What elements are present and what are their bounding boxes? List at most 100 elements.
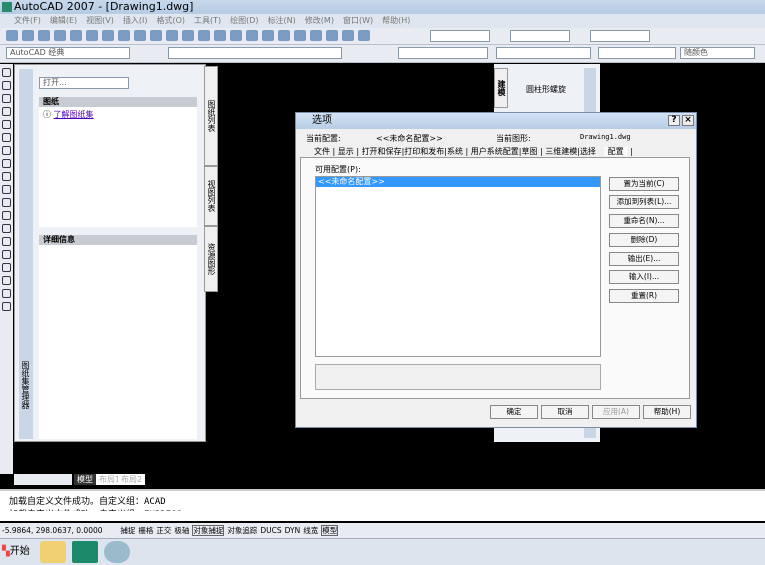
- reset-button[interactable]: 重置(R): [609, 289, 679, 303]
- hatch-icon[interactable]: [2, 250, 11, 259]
- cut-icon[interactable]: [102, 30, 114, 41]
- undo-icon[interactable]: [166, 30, 178, 41]
- table-icon[interactable]: [2, 289, 11, 298]
- osnap-toggle[interactable]: 对象捕捉: [192, 525, 225, 536]
- menu-tools[interactable]: 工具(T): [194, 16, 221, 25]
- ok-button[interactable]: 确定: [490, 405, 538, 419]
- add-to-list-button[interactable]: 添加到列表(L)...: [609, 195, 679, 209]
- copy-icon[interactable]: [118, 30, 130, 41]
- grid-toggle[interactable]: 栅格: [138, 526, 153, 535]
- tab-resource-drawings[interactable]: 资源图形: [204, 226, 218, 292]
- lineweight-toggle[interactable]: 线宽: [303, 526, 318, 535]
- tab-open-save[interactable]: 打开和保存: [362, 147, 402, 156]
- region-icon[interactable]: [2, 276, 11, 285]
- tab-view-list[interactable]: 视图列表: [204, 166, 218, 226]
- circle-icon[interactable]: [2, 146, 11, 155]
- explorer-icon[interactable]: [40, 541, 66, 563]
- make-block-icon[interactable]: [2, 224, 11, 233]
- lineweight-combo[interactable]: [598, 47, 676, 59]
- match-icon[interactable]: [150, 30, 162, 41]
- tab-sheet-list[interactable]: 图纸列表: [204, 66, 218, 166]
- text-style-combo[interactable]: [430, 30, 490, 42]
- zoom-window-icon[interactable]: [230, 30, 242, 41]
- command-window[interactable]: 加载自定义文件成功。自定义组：ACAD 加载自定义文件成功。自定义组：EXPRE…: [0, 489, 765, 521]
- preview-icon[interactable]: [70, 30, 82, 41]
- rename-button[interactable]: 重命名(N)...: [609, 214, 679, 228]
- tab-selection[interactable]: 选择: [580, 147, 596, 156]
- calculator-icon[interactable]: [342, 30, 354, 41]
- workspace-combo[interactable]: AutoCAD 经典: [6, 47, 130, 59]
- menu-file[interactable]: 文件(F): [14, 16, 41, 25]
- apply-button[interactable]: 应用(A): [592, 405, 640, 419]
- arc-icon[interactable]: [2, 133, 11, 142]
- rectangle-icon[interactable]: [2, 120, 11, 129]
- linetype-scale-combo[interactable]: [398, 47, 488, 59]
- autocad-taskbar-icon[interactable]: [72, 541, 98, 563]
- help-button[interactable]: ?: [668, 115, 680, 126]
- markup-icon[interactable]: [326, 30, 338, 41]
- design-center-icon[interactable]: [278, 30, 290, 41]
- xline-icon[interactable]: [2, 81, 11, 90]
- open-combo[interactable]: 打开...: [39, 77, 129, 89]
- tab-modeling[interactable]: 建模: [494, 68, 508, 108]
- ducs-toggle[interactable]: DUCS: [260, 526, 281, 535]
- tab-plot-publish[interactable]: 打印和发布: [404, 147, 444, 156]
- tab-layout2[interactable]: 布局2: [118, 474, 146, 485]
- paint-icon[interactable]: [104, 541, 130, 563]
- properties-icon[interactable]: [262, 30, 274, 41]
- polyline-icon[interactable]: [2, 94, 11, 103]
- tab-user-prefs[interactable]: 用户系统配置: [471, 147, 519, 156]
- insert-block-icon[interactable]: [2, 211, 11, 220]
- menu-edit[interactable]: 编辑(E): [50, 16, 77, 25]
- delete-button[interactable]: 删除(D): [609, 233, 679, 247]
- dyn-toggle[interactable]: DYN: [285, 526, 301, 535]
- sheet-set-icon[interactable]: [310, 30, 322, 41]
- menu-help[interactable]: 帮助(H): [382, 16, 410, 25]
- import-button[interactable]: 输入(I)...: [609, 270, 679, 284]
- cloud-icon[interactable]: [2, 159, 11, 168]
- help-icon[interactable]: [358, 30, 370, 41]
- learn-sheet-set-link[interactable]: 了解图纸集: [54, 110, 94, 119]
- menu-insert[interactable]: 插入(I): [123, 16, 148, 25]
- paste-icon[interactable]: [134, 30, 146, 41]
- pan-icon[interactable]: [198, 30, 210, 41]
- menu-window[interactable]: 窗口(W): [343, 16, 373, 25]
- close-button[interactable]: ×: [682, 115, 694, 126]
- help-dialog-button[interactable]: 帮助(H): [643, 405, 691, 419]
- ortho-toggle[interactable]: 正交: [156, 526, 171, 535]
- dim-style-combo[interactable]: [510, 30, 570, 42]
- zoom-icon[interactable]: [214, 30, 226, 41]
- plotstyle-combo[interactable]: 随颜色: [680, 47, 755, 59]
- polar-toggle[interactable]: 极轴: [174, 526, 189, 535]
- palette-buttons[interactable]: [137, 77, 195, 90]
- menu-dimension[interactable]: 标注(N): [268, 16, 296, 25]
- menu-format[interactable]: 格式(O): [156, 16, 185, 25]
- ellipse-arc-icon[interactable]: [2, 198, 11, 207]
- export-button[interactable]: 输出(E)...: [609, 252, 679, 266]
- polygon-icon[interactable]: [2, 107, 11, 116]
- mtext-icon[interactable]: [2, 302, 11, 311]
- set-current-button[interactable]: 置为当前(C): [609, 177, 679, 191]
- tool-palette-icon[interactable]: [294, 30, 306, 41]
- otrack-toggle[interactable]: 对象追踪: [227, 526, 257, 535]
- new-icon[interactable]: [6, 30, 18, 41]
- print-icon[interactable]: [54, 30, 66, 41]
- menu-draw[interactable]: 绘图(D): [230, 16, 258, 25]
- tab-profiles[interactable]: 配置: [603, 147, 628, 156]
- linetype-combo[interactable]: [496, 47, 591, 59]
- snap-toggle[interactable]: 捕捉: [120, 526, 135, 535]
- tab-system[interactable]: 系统: [447, 147, 463, 156]
- palette-title-strip[interactable]: 图纸集管理器: [19, 69, 33, 439]
- tab-model[interactable]: 模型: [74, 474, 96, 485]
- save-icon[interactable]: [38, 30, 50, 41]
- table-style-combo[interactable]: [590, 30, 650, 42]
- publish-icon[interactable]: [86, 30, 98, 41]
- cancel-button[interactable]: 取消: [541, 405, 589, 419]
- line-icon[interactable]: [2, 68, 11, 77]
- tab-3d-modeling[interactable]: 三维建模: [545, 147, 577, 156]
- tab-files[interactable]: 文件: [314, 147, 330, 156]
- model-toggle[interactable]: 模型: [321, 525, 339, 536]
- gradient-icon[interactable]: [2, 263, 11, 272]
- menu-view[interactable]: 视图(V): [86, 16, 114, 25]
- redo-icon[interactable]: [182, 30, 194, 41]
